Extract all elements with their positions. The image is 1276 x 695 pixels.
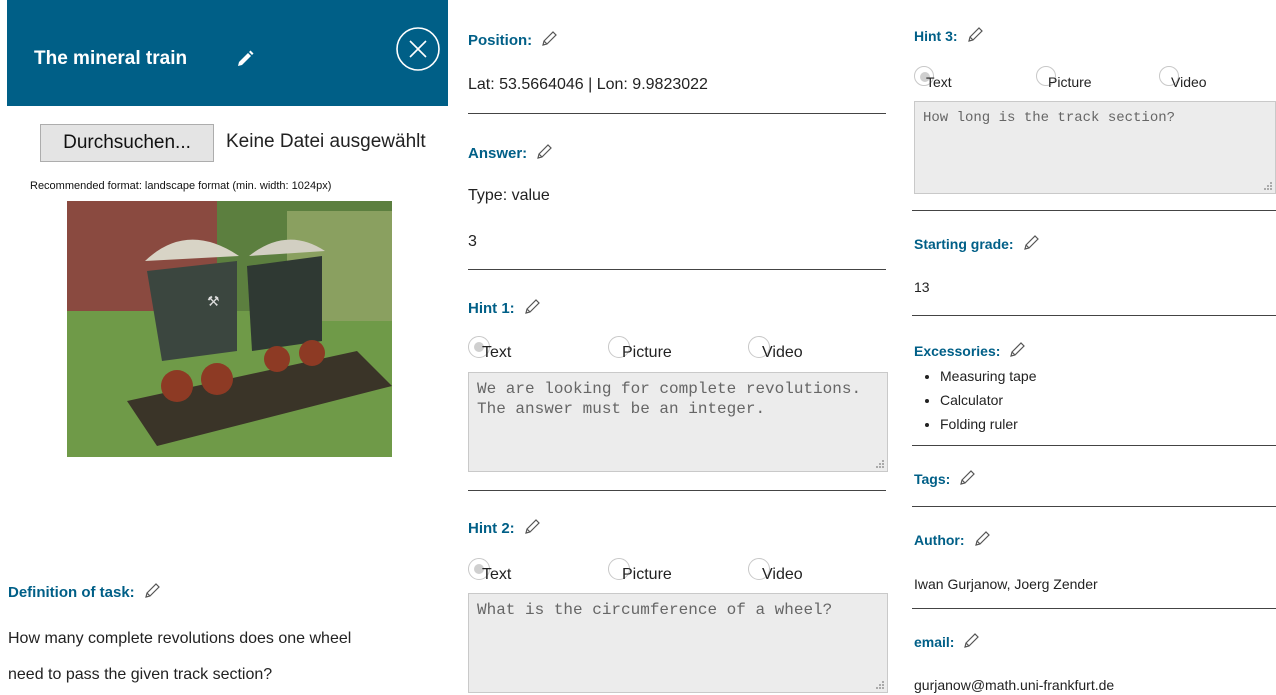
hint1-textarea[interactable]: We are looking for complete revolutions.…	[468, 372, 888, 472]
email-label: email:	[914, 632, 980, 653]
resize-grip-icon[interactable]	[875, 459, 884, 468]
excessories-label: Excessories:	[914, 341, 1026, 362]
excessories-label-text: Excessories:	[914, 343, 1001, 359]
hint3-label-text: Hint 3:	[914, 28, 958, 44]
divider	[468, 113, 886, 114]
format-recommendation: Recommended format: landscape format (mi…	[30, 180, 332, 192]
position-label: Position:	[468, 30, 558, 52]
starting-grade-label-text: Starting grade:	[914, 236, 1014, 252]
pencil-icon[interactable]	[962, 632, 980, 653]
answer-label: Answer:	[468, 143, 553, 165]
hint1-text: We are looking for complete revolutions.…	[477, 380, 862, 418]
position-label-text: Position:	[468, 32, 533, 49]
author-label-text: Author:	[914, 532, 965, 548]
answer-type: Type: value	[468, 187, 550, 204]
author-label: Author:	[914, 530, 991, 551]
tags-label: Tags:	[914, 469, 976, 490]
task-title: The mineral train	[34, 48, 188, 69]
task-details-panel: Position: Lat: 53.5664046 | Lon: 9.98230…	[468, 0, 888, 695]
pencil-icon[interactable]	[1008, 341, 1026, 362]
email-value: gurjanow@math.uni-frankfurt.de	[914, 677, 1115, 693]
task-media-panel: The mineral train Durchsuchen... Keine D…	[0, 0, 450, 695]
definition-label: Definition of task:	[8, 582, 161, 604]
divider	[912, 315, 1276, 316]
file-status-text: Keine Datei ausgewählt	[226, 131, 426, 152]
task-meta-panel: Hint 3: Text Picture Video How long is t…	[912, 0, 1276, 695]
browse-file-button[interactable]: Durchsuchen...	[40, 124, 214, 162]
position-value: Lat: 53.5664046 | Lon: 9.9823022	[468, 76, 708, 93]
close-icon[interactable]	[395, 26, 441, 72]
definition-label-text: Definition of task:	[8, 584, 135, 601]
pencil-icon[interactable]	[535, 143, 553, 165]
task-header: The mineral train	[7, 0, 448, 106]
starting-grade-value: 13	[914, 279, 930, 295]
list-item: Measuring tape	[940, 364, 1037, 388]
svg-text:⚒: ⚒	[207, 294, 220, 310]
hint1-label: Hint 1:	[468, 298, 541, 320]
hint2-type-radios: Text Picture Video	[468, 558, 888, 586]
pencil-icon[interactable]	[966, 26, 984, 47]
divider	[912, 506, 1276, 507]
starting-grade-label: Starting grade:	[914, 234, 1040, 255]
pencil-icon[interactable]	[523, 298, 541, 320]
pencil-icon[interactable]	[958, 469, 976, 490]
divider	[912, 210, 1276, 211]
excessories-list: Measuring tape Calculator Folding ruler	[922, 364, 1037, 436]
answer-value: 3	[468, 233, 477, 250]
divider	[468, 269, 886, 270]
hint2-textarea[interactable]: What is the circumference of a wheel?	[468, 593, 888, 693]
hint3-textarea[interactable]: How long is the track section?	[914, 101, 1276, 194]
tags-label-text: Tags:	[914, 471, 951, 487]
list-item: Calculator	[940, 388, 1037, 412]
pencil-icon[interactable]	[973, 530, 991, 551]
pencil-icon[interactable]	[540, 30, 558, 52]
email-label-text: email:	[914, 634, 955, 650]
pencil-icon[interactable]	[1022, 234, 1040, 255]
pencil-icon[interactable]	[236, 50, 254, 73]
hint3-text: How long is the track section?	[923, 110, 1176, 126]
definition-text-line2: need to pass the given track section?	[8, 666, 273, 683]
list-item: Folding ruler	[940, 412, 1037, 436]
divider	[468, 490, 886, 491]
hint3-type-radios: Text Picture Video	[914, 66, 1274, 94]
hint1-type-radios: Text Picture Video	[468, 336, 888, 364]
divider	[912, 445, 1276, 446]
task-photo: ⚒	[67, 201, 392, 457]
pencil-icon[interactable]	[143, 582, 161, 604]
author-value: Iwan Gurjanow, Joerg Zender	[914, 576, 1098, 592]
pencil-icon[interactable]	[523, 518, 541, 540]
hint2-label-text: Hint 2:	[468, 520, 515, 537]
resize-grip-icon[interactable]	[1263, 181, 1272, 190]
hint1-label-text: Hint 1:	[468, 300, 515, 317]
hint2-label: Hint 2:	[468, 518, 541, 540]
answer-label-text: Answer:	[468, 145, 528, 162]
divider	[912, 608, 1276, 609]
definition-text-line1: How many complete revolutions does one w…	[8, 630, 352, 647]
resize-grip-icon[interactable]	[875, 680, 884, 689]
hint3-label: Hint 3:	[914, 26, 984, 47]
hint2-text: What is the circumference of a wheel?	[477, 601, 833, 619]
